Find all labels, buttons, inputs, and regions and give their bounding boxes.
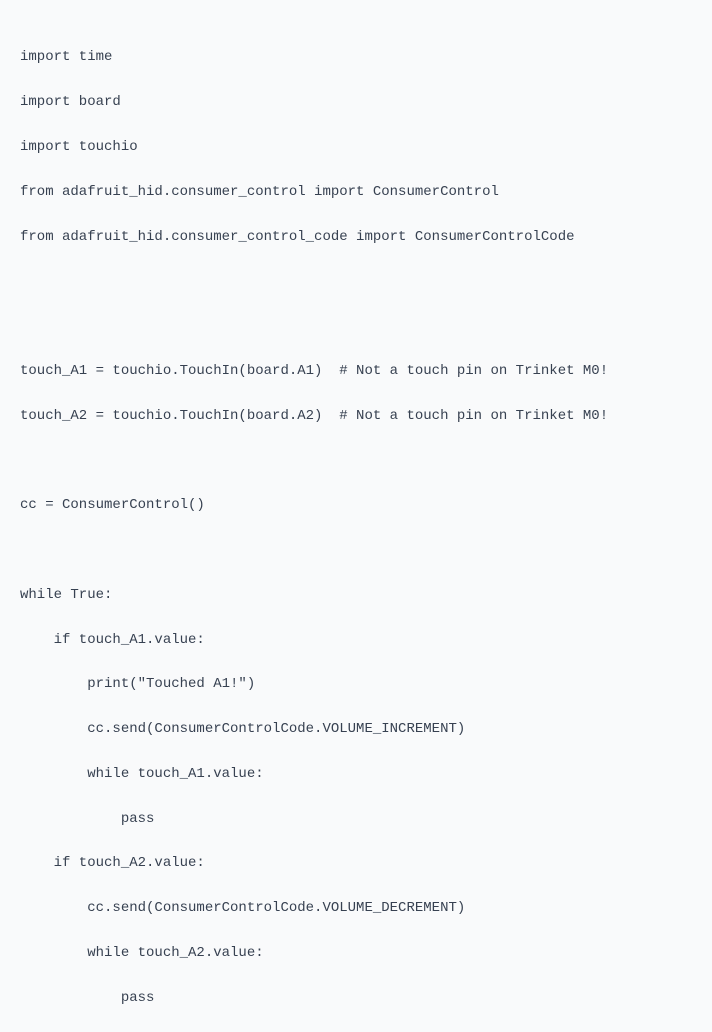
code-block: import time import board import touchio … [20,24,692,1032]
code-line: if touch_A1.value: [20,629,692,651]
code-line: from adafruit_hid.consumer_control impor… [20,181,692,203]
code-line [20,539,692,561]
code-line: print("Touched A1!") [20,673,692,695]
code-line: touch_A1 = touchio.TouchIn(board.A1) # N… [20,360,692,382]
code-line: import time [20,46,692,68]
code-line: touch_A2 = touchio.TouchIn(board.A2) # N… [20,405,692,427]
code-line: cc.send(ConsumerControlCode.VOLUME_DECRE… [20,897,692,919]
code-line [20,270,692,292]
code-line: pass [20,987,692,1009]
code-line [20,315,692,337]
code-line: while touch_A1.value: [20,763,692,785]
code-line: import board [20,91,692,113]
code-line: while touch_A2.value: [20,942,692,964]
code-line: if touch_A2.value: [20,852,692,874]
code-line: cc.send(ConsumerControlCode.VOLUME_INCRE… [20,718,692,740]
code-line: while True: [20,584,692,606]
code-line: pass [20,808,692,830]
code-line: import touchio [20,136,692,158]
code-line [20,449,692,471]
code-line: cc = ConsumerControl() [20,494,692,516]
code-line: from adafruit_hid.consumer_control_code … [20,226,692,248]
